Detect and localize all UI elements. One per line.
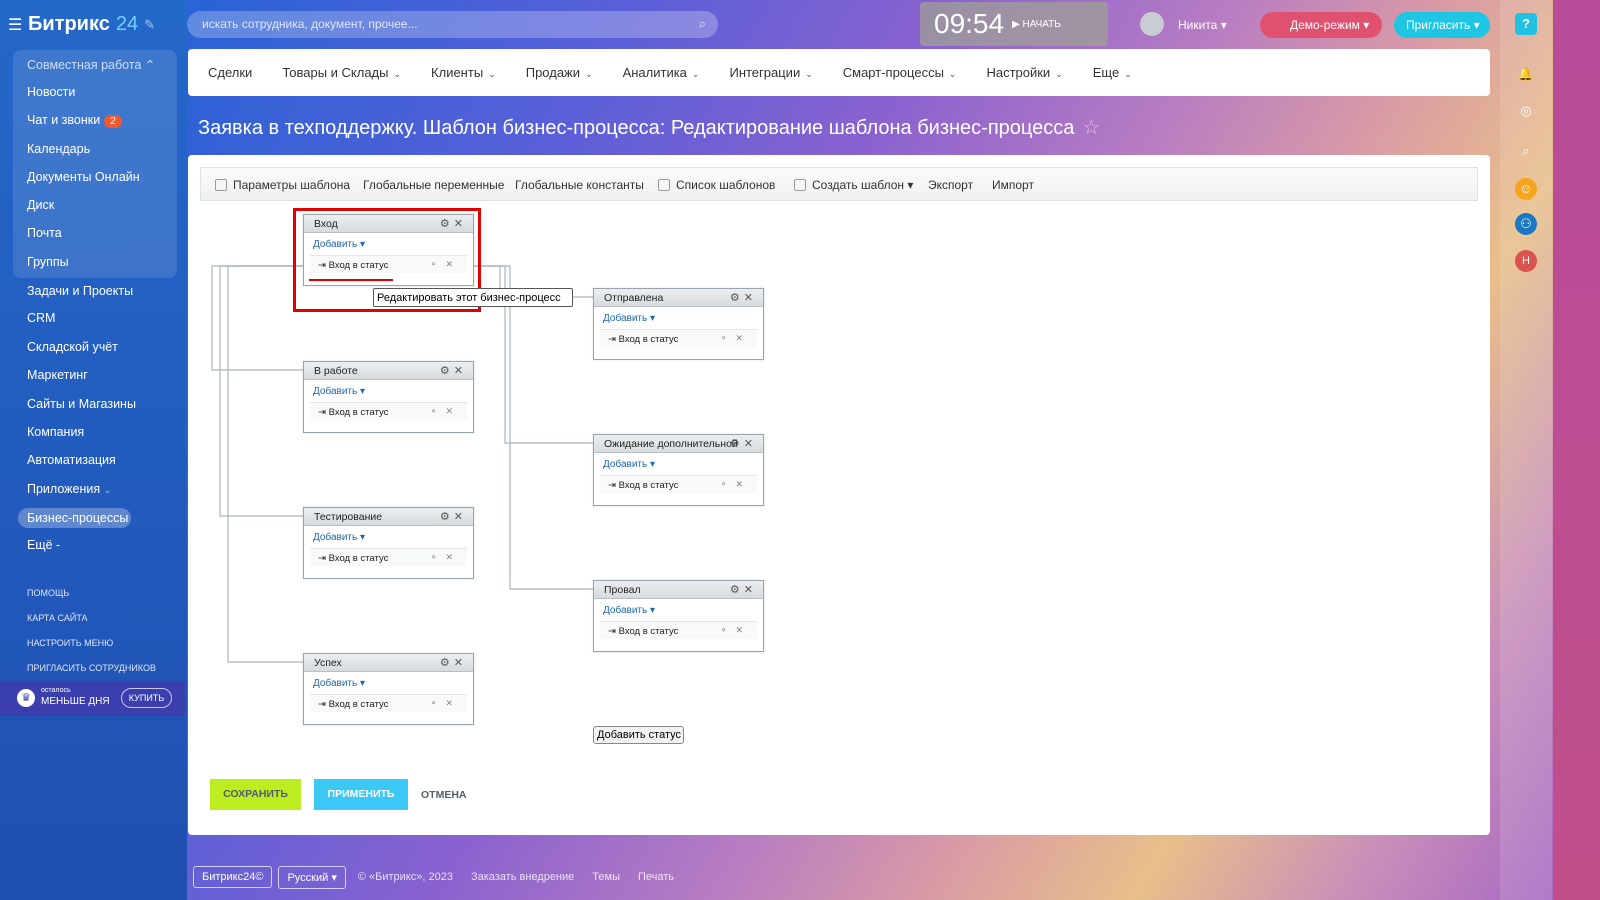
close-icon[interactable]: ✕ (454, 511, 467, 523)
close-icon[interactable]: ✕ (744, 584, 757, 596)
language-select[interactable]: Русский ▾ (278, 865, 346, 889)
add-action-link[interactable]: Добавить ▾ (313, 386, 473, 397)
footer-order-link[interactable]: Заказать внедрение (465, 871, 580, 883)
tooltip: Редактировать этот бизнес-процесс (373, 288, 573, 307)
remove-icon[interactable]: ✕ (735, 625, 751, 635)
close-icon[interactable]: ✕ (454, 365, 467, 377)
connector-lines (211, 265, 593, 663)
add-action-link[interactable]: Добавить ▾ (313, 678, 473, 689)
close-icon[interactable]: ✕ (744, 292, 757, 304)
close-icon[interactable]: ✕ (744, 438, 757, 450)
remove-icon[interactable]: ✕ (445, 406, 461, 416)
remove-icon[interactable]: ✕ (735, 479, 751, 489)
gear-icon[interactable]: ⚙ (730, 584, 744, 596)
red-underline (309, 279, 393, 281)
footer: Битрикс24© Русский ▾ © «Битрикс», 2023 З… (193, 865, 680, 889)
status-block-fail[interactable]: Провал ⚙✕ Добавить ▾ ⇥ Вход в статус ⚬✕ (593, 580, 764, 652)
footer-logo[interactable]: Битрикс24© (193, 866, 273, 888)
status-block-success[interactable]: Успех ⚙✕ Добавить ▾ ⇥ Вход в статус ⚬✕ (303, 653, 474, 725)
gear-icon[interactable]: ⚙ (440, 511, 454, 523)
action-enter-status[interactable]: ⇥ Вход в статус ⚬✕ (310, 694, 467, 712)
action-enter-status[interactable]: ⇥ Вход в статус ⚬✕ (310, 402, 467, 420)
gear-icon[interactable]: ⚙ (440, 365, 454, 377)
action-enter-status[interactable]: ⇥ Вход в статус ⚬✕ (600, 329, 757, 347)
gear-icon[interactable]: ⚙ (730, 292, 744, 304)
settings-dot-icon[interactable]: ⚬ (720, 625, 736, 635)
footer-themes-link[interactable]: Темы (586, 871, 626, 883)
save-button[interactable]: СОХРАНИТЬ (210, 779, 301, 810)
add-action-link[interactable]: Добавить ▾ (603, 605, 763, 616)
status-block-waiting[interactable]: Ожидание дополнительной ⚙✕ Добавить ▾ ⇥ В… (593, 434, 764, 506)
settings-dot-icon[interactable]: ⚬ (430, 698, 446, 708)
remove-icon[interactable]: ✕ (445, 552, 461, 562)
add-action-link[interactable]: Добавить ▾ (313, 532, 473, 543)
status-block-in-work[interactable]: В работе ⚙✕ Добавить ▾ ⇥ Вход в статус ⚬✕ (303, 361, 474, 433)
action-enter-status[interactable]: ⇥ Вход в статус ⚬✕ (310, 548, 467, 566)
settings-dot-icon[interactable]: ⚬ (720, 333, 736, 343)
cancel-button[interactable]: ОТМЕНА (421, 789, 467, 801)
add-action-link[interactable]: Добавить ▾ (603, 313, 763, 324)
add-action-link[interactable]: Добавить ▾ (603, 459, 763, 470)
apply-button[interactable]: ПРИМЕНИТЬ (314, 779, 408, 810)
footer-copyright: © «Битрикс», 2023 (357, 871, 453, 883)
close-icon[interactable]: ✕ (454, 657, 467, 669)
status-block-testing[interactable]: Тестирование ⚙✕ Добавить ▾ ⇥ Вход в стату… (303, 507, 474, 579)
gear-icon[interactable]: ⚙ (730, 438, 744, 450)
settings-dot-icon[interactable]: ⚬ (430, 406, 446, 416)
settings-dot-icon[interactable]: ⚬ (430, 552, 446, 562)
remove-icon[interactable]: ✕ (735, 333, 751, 343)
settings-dot-icon[interactable]: ⚬ (720, 479, 736, 489)
add-status-button[interactable]: Добавить статус (593, 726, 684, 744)
gear-icon[interactable]: ⚙ (440, 657, 454, 669)
action-enter-status[interactable]: ⇥ Вход в статус ⚬✕ (600, 475, 757, 493)
remove-icon[interactable]: ✕ (445, 698, 461, 708)
action-enter-status[interactable]: ⇥ Вход в статус ⚬✕ (600, 621, 757, 639)
status-block-sent[interactable]: Отправлена ⚙✕ Добавить ▾ ⇥ Вход в статус ⚬… (593, 288, 764, 360)
footer-print-link[interactable]: Печать (632, 871, 680, 883)
